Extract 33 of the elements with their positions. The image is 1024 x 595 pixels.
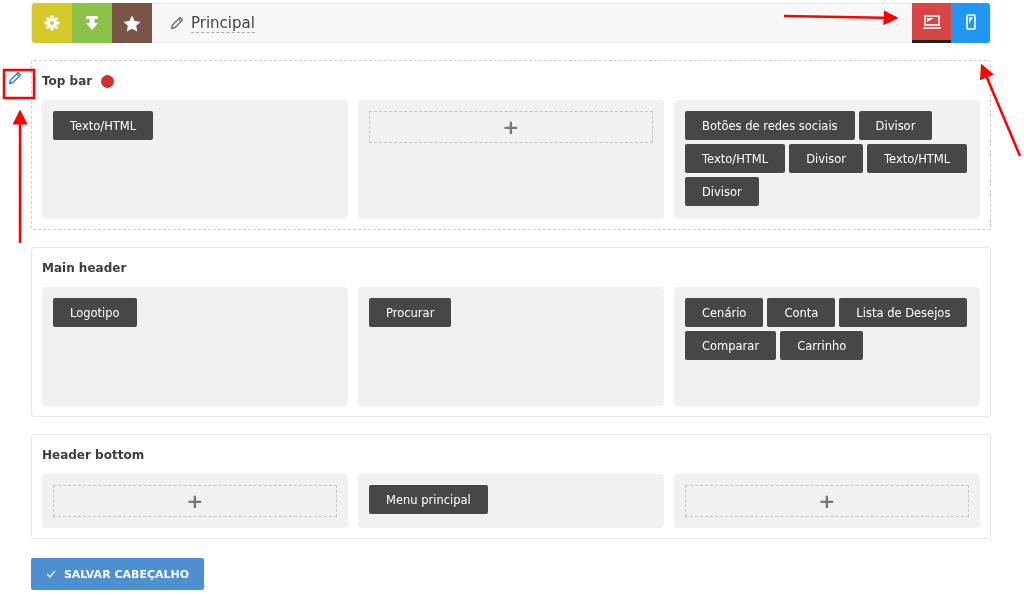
section-title: Header bottom: [42, 448, 145, 462]
element-chip[interactable]: Botões de redes sociais: [685, 111, 855, 140]
element-chip[interactable]: Comparar: [685, 331, 777, 360]
element-chip[interactable]: Menu principal: [369, 485, 488, 514]
element-chip[interactable]: Conta: [767, 298, 836, 327]
check-icon: [45, 570, 56, 578]
element-chip[interactable]: Divisor: [789, 144, 863, 173]
star-icon: [123, 14, 141, 32]
device-tab[interactable]: [912, 3, 951, 43]
element-chip[interactable]: Logotipo: [53, 298, 137, 327]
add-element-button[interactable]: +: [53, 485, 337, 517]
phone-icon: [965, 13, 976, 30]
section-title: Main header: [42, 261, 127, 275]
download-icon: [85, 15, 99, 31]
element-chip[interactable]: Texto/HTML: [867, 144, 968, 173]
element-chip[interactable]: Carrinho: [780, 331, 864, 360]
layout-title[interactable]: Principal: [191, 13, 255, 33]
laptop-icon: [922, 14, 941, 29]
element-chip[interactable]: Lista de Desejos: [839, 298, 968, 327]
element-chip[interactable]: Divisor: [685, 177, 759, 206]
element-chip[interactable]: Cenário: [685, 298, 764, 327]
add-element-button[interactable]: +: [369, 111, 653, 143]
element-chip[interactable]: Divisor: [858, 111, 933, 140]
highlight-box: [2, 68, 36, 100]
gear-icon: [44, 15, 60, 31]
add-element-button[interactable]: +: [685, 485, 969, 517]
element-chip[interactable]: Procurar: [369, 298, 452, 327]
edit-icon[interactable]: [8, 71, 22, 85]
pencil-icon: [170, 16, 184, 30]
element-chip[interactable]: Texto/HTML: [685, 144, 786, 173]
element-chip[interactable]: Texto/HTML: [53, 111, 154, 140]
section-title: Top bar: [42, 74, 93, 88]
toolbar-button[interactable]: [112, 3, 152, 43]
